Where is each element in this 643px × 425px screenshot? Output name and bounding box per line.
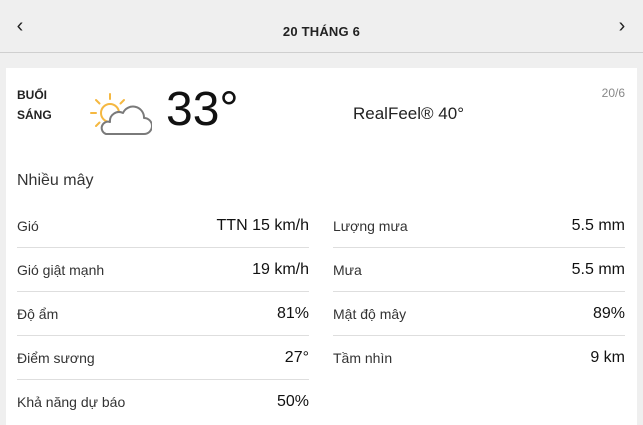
temperature: 33° [166,83,239,136]
detail-label: Lượng mưa [333,217,408,234]
detail-row-dew-point: Điểm sương 27° [17,336,309,380]
date-title: 20 THÁNG 6 [282,24,361,39]
detail-row-rain: Mưa 5.5 mm [333,248,625,292]
chevron-right-icon[interactable]: › [608,12,636,40]
detail-value: 81% [276,304,309,322]
detail-value: 27° [284,348,309,366]
detail-label: Mưa [333,261,362,278]
detail-row-precipitation: Lượng mưa 5.5 mm [333,204,625,248]
detail-row-humidity: Độ ẩm 81% [17,292,309,336]
detail-value: 5.5 mm [571,260,625,278]
realfeel-temperature: RealFeel® 40° [353,104,464,123]
detail-row-forecast-probability: Khả năng dự báo 50% [17,380,309,424]
date-navigation-bar: ‹ 20 THÁNG 6 › [0,0,643,53]
detail-value: 5.5 mm [571,216,625,234]
period-line-2: SÁNG [17,108,52,122]
detail-label: Độ ẩm [17,305,59,322]
card-date: 20/6 [601,86,625,100]
details-left-column: Gió TTN 15 km/h Gió giật mạnh 19 km/h Độ… [17,204,309,424]
detail-label: Tầm nhìn [333,350,393,366]
weather-condition: Nhiều mây [17,172,94,189]
period-line-1: BUỔI [17,88,47,102]
detail-value: 9 km [590,349,625,366]
detail-value: 19 km/h [252,260,309,278]
detail-label: Điểm sương [17,349,95,366]
detail-label: Mật độ mây [333,305,407,322]
partly-cloudy-icon [90,93,152,135]
period-label: BUỔI SÁNG [17,85,52,125]
detail-row-cloud-cover: Mật độ mây 89% [333,292,625,336]
detail-row-wind-gust: Gió giật mạnh 19 km/h [17,248,309,292]
forecast-card: BUỔI SÁNG 33° RealFeel® 40° 20/6 Nhiều m… [6,68,637,425]
details-right-column: Lượng mưa 5.5 mm Mưa 5.5 mm Mật độ mây 8… [333,204,625,380]
detail-label: Gió giật mạnh [17,261,105,278]
detail-value: 50% [276,393,309,410]
detail-label: Gió [17,217,39,234]
detail-value: 89% [592,304,625,322]
detail-value: TTN 15 km/h [216,216,309,234]
detail-label: Khả năng dự báo [17,394,126,410]
detail-row-wind: Gió TTN 15 km/h [17,204,309,248]
detail-row-visibility: Tầm nhìn 9 km [333,336,625,380]
